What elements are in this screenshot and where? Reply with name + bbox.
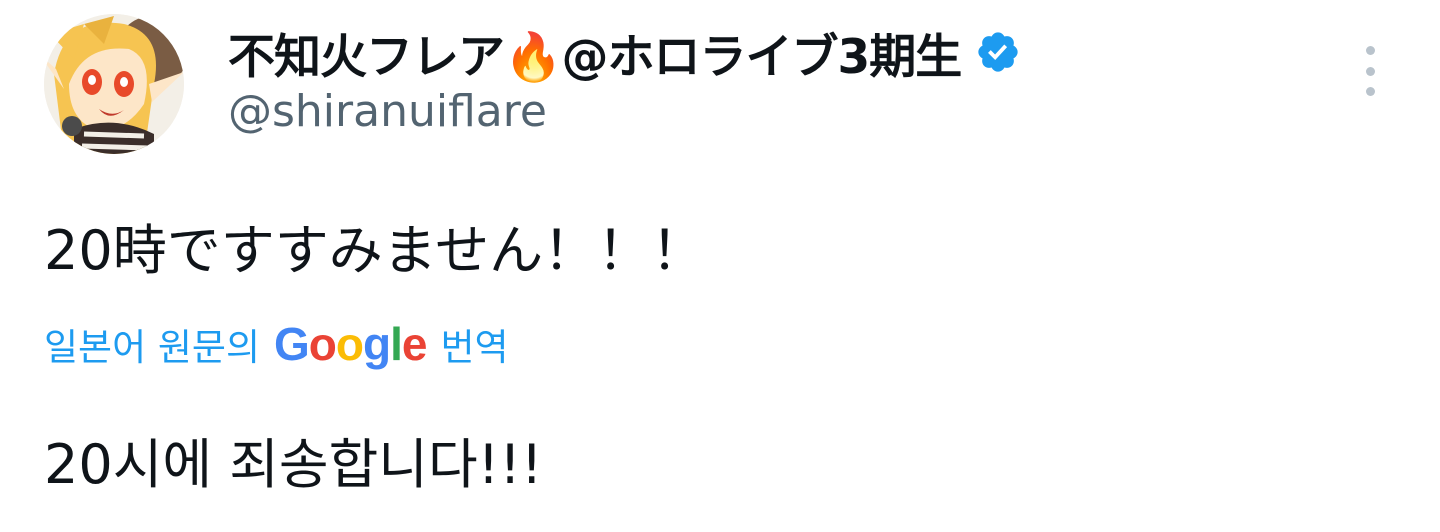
author-name-row[interactable]: 不知火フレア🔥@ホロライブ3期生 [228,18,1021,87]
avatar-illustration [44,14,184,154]
google-logo: Google [274,317,428,371]
more-options-button[interactable] [1352,46,1388,96]
google-letter: g [363,318,391,370]
google-letter: o [308,318,337,370]
verified-badge-icon [975,29,1021,75]
author-display-name[interactable]: 不知火フレア🔥@ホロライブ3期生 [228,18,962,87]
more-dot [1365,87,1375,96]
author-handle[interactable]: @shiranuiflare [228,86,547,137]
google-letter: o [335,318,364,370]
google-letter: e [401,318,428,370]
translate-prefix: 일본어 원문의 [44,326,261,369]
google-letter: l [390,318,403,370]
avatar[interactable] [44,14,184,154]
more-dot [1365,66,1375,76]
translate-suffix: 번역 [440,326,509,369]
tweet-text: 20時ですすみません！！！ [44,219,706,282]
translated-text: 20시에 죄송합니다!!! [44,433,543,496]
translate-link[interactable]: 일본어 원문의 Google 번역 [44,316,509,372]
google-letter: G [274,318,310,370]
more-vertical-icon [1365,46,1375,55]
